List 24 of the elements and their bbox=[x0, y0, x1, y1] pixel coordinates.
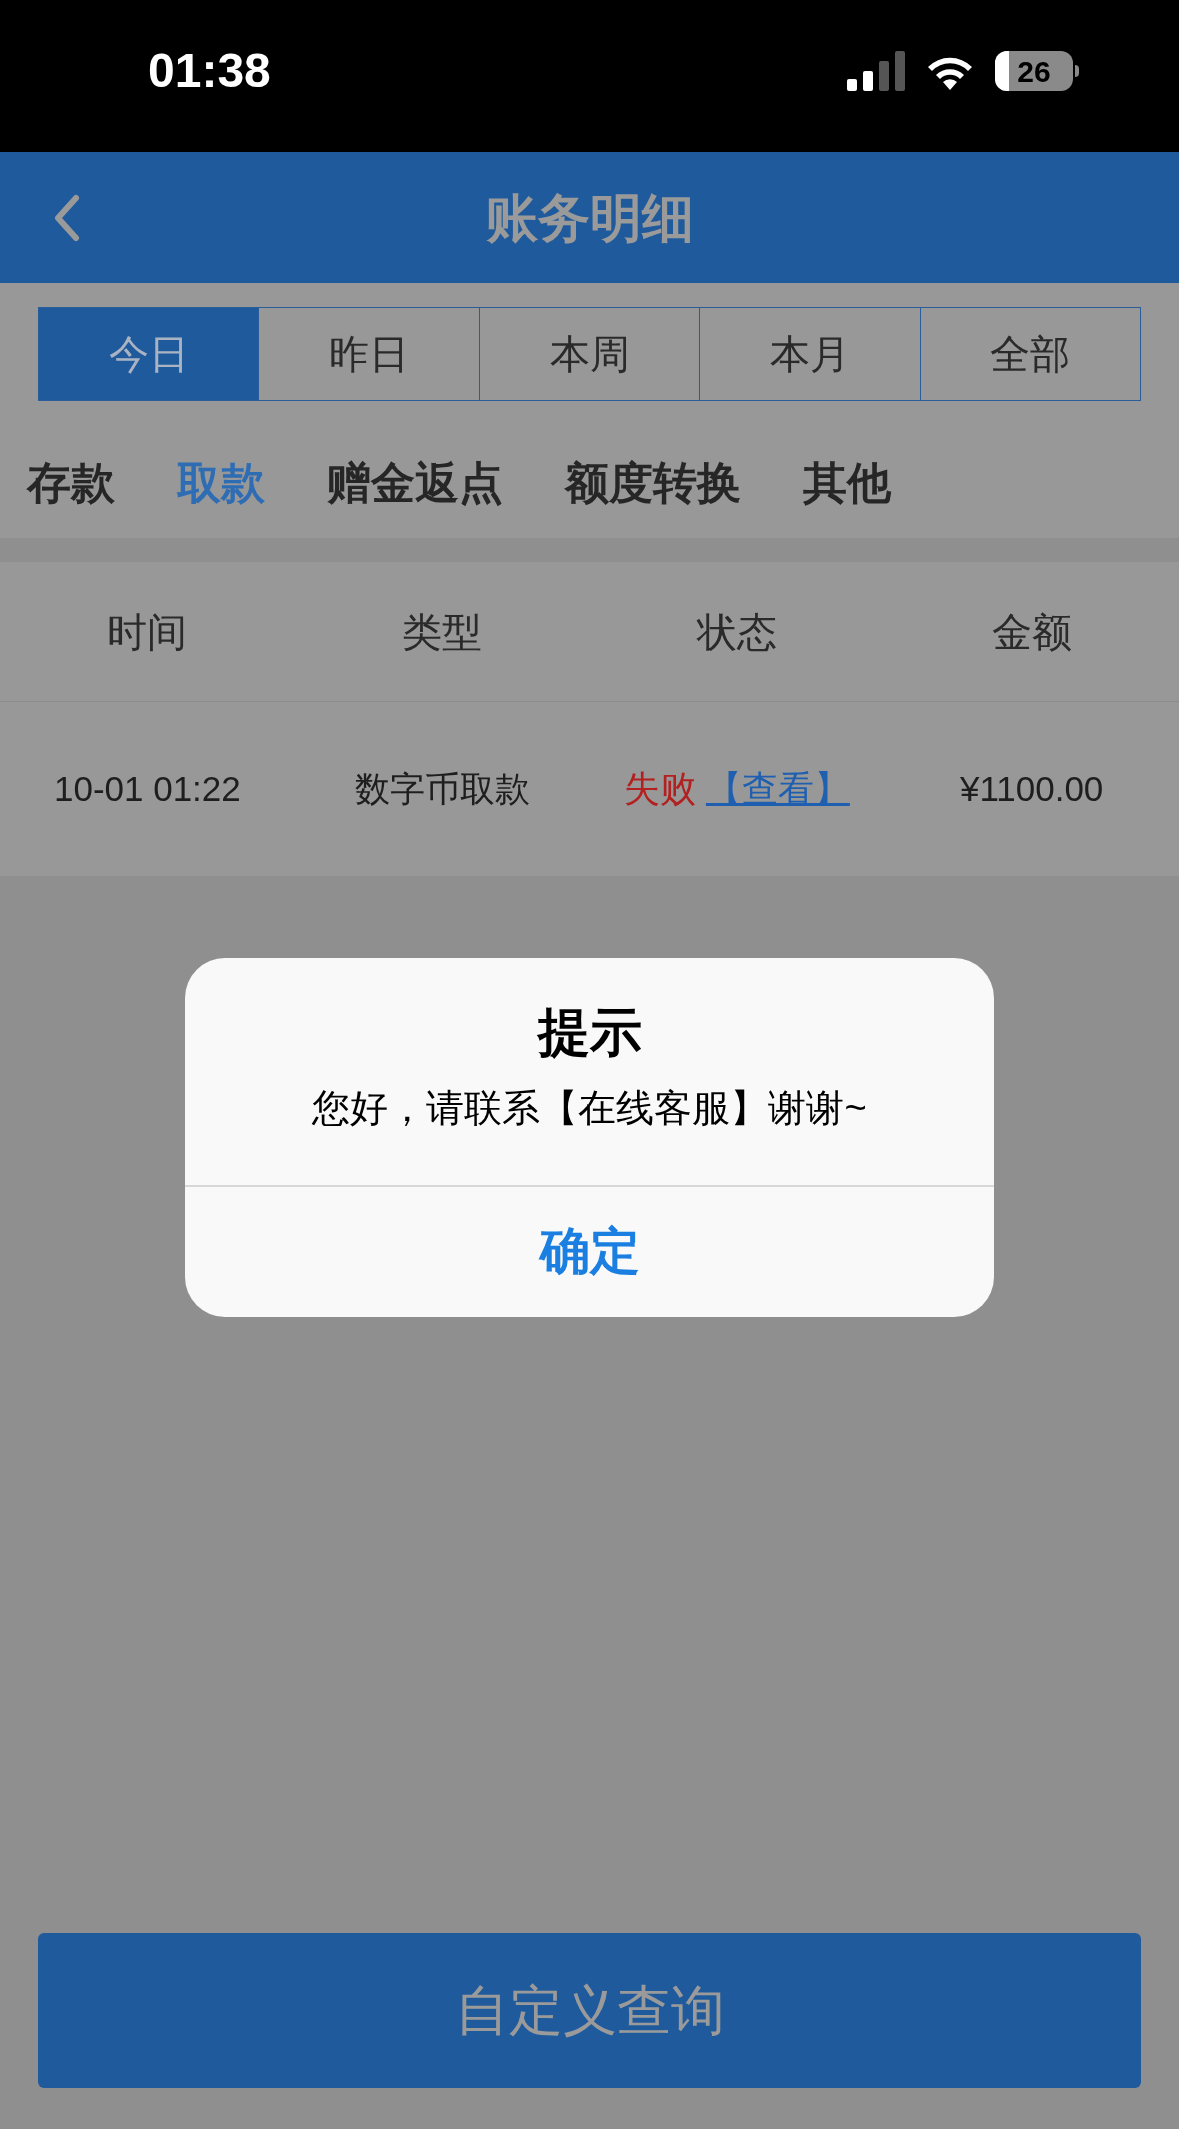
status-time: 01:38 bbox=[148, 43, 271, 99]
signal-icon bbox=[847, 51, 905, 91]
category-tab[interactable]: 其他 bbox=[803, 449, 891, 516]
time-cell-text: 10-01 01:22 bbox=[53, 767, 241, 810]
category-tab[interactable]: 赠金返点 bbox=[327, 449, 503, 516]
column-header: 状态 bbox=[696, 608, 777, 656]
dialog-message: 您好，请联系【在线客服】谢谢~ bbox=[312, 1086, 867, 1131]
column-header: 金额 bbox=[991, 608, 1072, 656]
period-tab[interactable]: 昨日 bbox=[258, 308, 479, 400]
column-header: 类型 bbox=[402, 608, 483, 656]
type-cell-text: 数字币取款 bbox=[354, 767, 530, 810]
category-tab[interactable]: 额度转换 bbox=[565, 449, 741, 516]
page-title: 账务明细 bbox=[485, 187, 694, 249]
period-tab[interactable]: 全部 bbox=[919, 308, 1141, 400]
amount-cell-text: ¥1100.00 bbox=[959, 767, 1104, 810]
confirm-button[interactable]: 确定 bbox=[185, 1186, 994, 1317]
period-tab[interactable]: 本月 bbox=[699, 308, 920, 400]
period-tab[interactable]: 本周 bbox=[478, 308, 700, 400]
status-text: 失败 bbox=[623, 767, 696, 811]
dialog-title: 提示 bbox=[537, 1002, 642, 1063]
back-icon[interactable] bbox=[52, 193, 82, 242]
period-tab[interactable]: 今日 bbox=[39, 308, 259, 400]
column-header: 时间 bbox=[107, 608, 188, 656]
category-tab[interactable]: 存款 bbox=[27, 449, 115, 516]
